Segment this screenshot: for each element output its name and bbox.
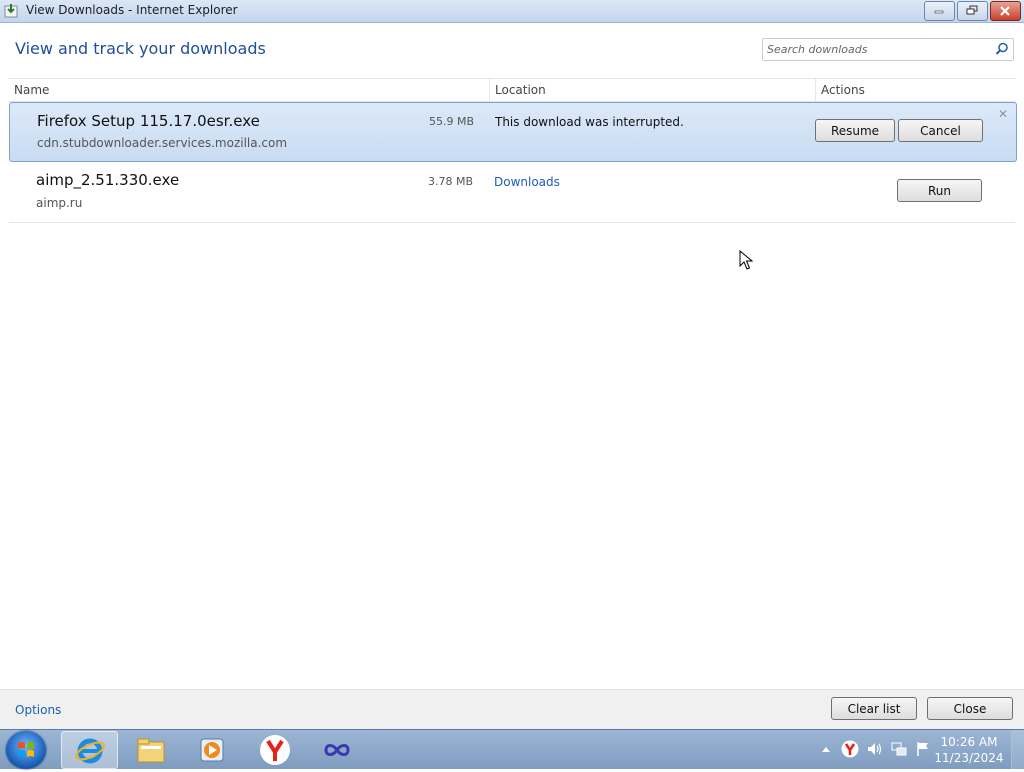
resume-button[interactable]: Resume: [815, 119, 895, 142]
column-header: Name Location Actions: [8, 78, 1016, 102]
start-button[interactable]: [6, 731, 46, 769]
title-bar: View Downloads - Internet Explorer: [0, 0, 1024, 23]
download-filename: Firefox Setup 115.17.0esr.exe: [37, 112, 260, 130]
download-status: This download was interrupted.: [495, 115, 684, 129]
download-source: cdn.stubdownloader.services.mozilla.com: [37, 136, 288, 150]
mouse-cursor-icon: [739, 250, 753, 270]
windows-logo-icon: [18, 742, 34, 757]
clock-date: 11/23/2024: [934, 751, 1004, 765]
close-icon: [1000, 6, 1010, 16]
search-box[interactable]: [762, 38, 1014, 61]
cancel-button[interactable]: Cancel: [898, 119, 983, 142]
taskbar-infinity-app[interactable]: [309, 731, 364, 767]
volume-icon[interactable]: [866, 741, 884, 757]
restore-button[interactable]: [957, 1, 988, 21]
downloads-app-icon: [4, 4, 18, 18]
page-title: View and track your downloads: [15, 39, 266, 58]
window-title: View Downloads - Internet Explorer: [26, 3, 238, 17]
action-center-flag-icon[interactable]: [915, 740, 931, 758]
download-size: 3.78 MB: [427, 175, 473, 188]
folder-icon: [137, 738, 165, 763]
download-filename: aimp_2.51.330.exe: [36, 171, 180, 189]
yandex-tray-icon[interactable]: [841, 740, 859, 758]
restore-icon: [966, 5, 978, 15]
download-row-aimp[interactable]: aimp_2.51.330.exe aimp.ru 3.78 MB Downlo…: [9, 162, 1015, 223]
show-hidden-icons-icon[interactable]: [821, 745, 831, 753]
run-button[interactable]: Run: [897, 179, 982, 202]
clock-time: 10:26 AM: [940, 735, 998, 749]
column-location[interactable]: Location: [495, 83, 546, 97]
downloads-folder-link[interactable]: Downloads: [494, 175, 560, 189]
dismiss-icon[interactable]: ✕: [998, 107, 1008, 121]
download-row-firefox[interactable]: Firefox Setup 115.17.0esr.exe cdn.stubdo…: [9, 102, 1017, 162]
close-window-button[interactable]: [990, 1, 1021, 21]
download-size: 55.9 MB: [428, 115, 474, 128]
download-source: aimp.ru: [36, 196, 83, 210]
options-link[interactable]: Options: [15, 703, 61, 717]
column-name[interactable]: Name: [14, 83, 49, 97]
system-clock[interactable]: 10:26 AM 11/23/2024: [934, 734, 1004, 766]
search-icon[interactable]: [995, 42, 1009, 56]
footer-bar: Options Clear list Close: [0, 689, 1024, 730]
minimize-icon: [934, 10, 944, 14]
search-input[interactable]: [767, 41, 989, 57]
clear-list-button[interactable]: Clear list: [831, 697, 917, 720]
minimize-button[interactable]: [924, 1, 955, 21]
network-icon[interactable]: [890, 740, 908, 758]
infinity-icon: [324, 744, 350, 756]
close-button[interactable]: Close: [927, 697, 1013, 720]
show-desktop-button[interactable]: [1011, 730, 1024, 769]
taskbar: 10:26 AM 11/23/2024: [0, 729, 1024, 769]
yandex-browser-icon: [260, 735, 290, 765]
taskbar-file-explorer[interactable]: [123, 731, 178, 767]
media-player-icon: [200, 738, 224, 762]
internet-explorer-icon: [75, 738, 105, 764]
taskbar-internet-explorer[interactable]: [61, 731, 118, 769]
column-actions: Actions: [821, 83, 865, 97]
taskbar-media-player[interactable]: [185, 731, 240, 767]
taskbar-yandex-browser[interactable]: [247, 731, 302, 767]
